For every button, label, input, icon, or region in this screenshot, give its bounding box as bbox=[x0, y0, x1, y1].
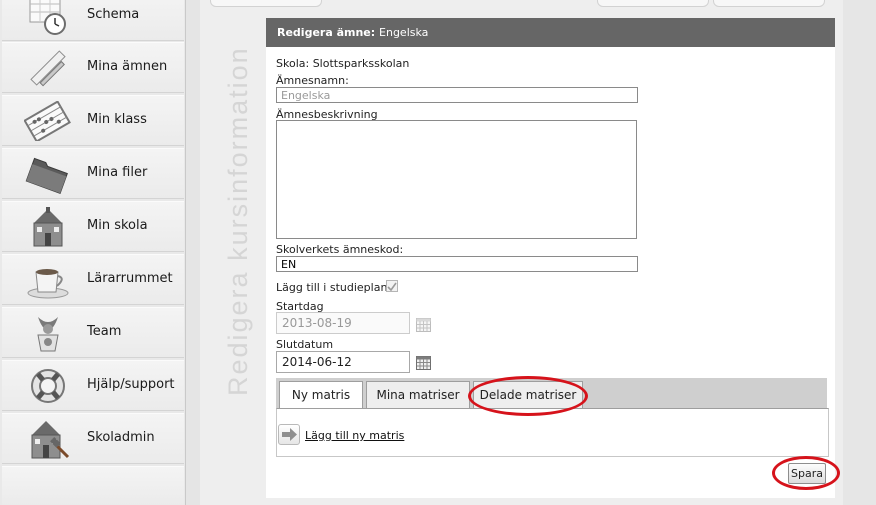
abacus-icon bbox=[23, 100, 72, 143]
lifebuoy-icon bbox=[24, 366, 72, 406]
end-date-input[interactable]: 2014-06-12 bbox=[276, 351, 410, 373]
subject-name-input[interactable] bbox=[276, 87, 638, 103]
sidebar-item-skoladmin[interactable]: Skoladmin bbox=[2, 413, 184, 464]
tab-mina-matriser[interactable]: Mina matriser bbox=[366, 381, 470, 408]
studyplan-label: Lägg till i studieplan: bbox=[276, 281, 392, 294]
sidebar-item-label: Mina ämnen bbox=[87, 59, 168, 74]
sidebar-item-label: Hjälp/support bbox=[87, 377, 175, 392]
top-tab-stub[interactable] bbox=[597, 0, 709, 7]
sidebar-item-label: Min klass bbox=[87, 112, 147, 127]
end-date-label: Slutdatum bbox=[276, 338, 334, 351]
sidebar-gap bbox=[186, 0, 200, 505]
sidebar-item-empty bbox=[2, 466, 184, 505]
subject-code-label: Skolverkets ämneskod: bbox=[276, 243, 404, 256]
coffee-cup-icon bbox=[24, 260, 72, 300]
sidebar-nav: Schema Mina ämnen Min klass Mina filer M… bbox=[0, 0, 186, 505]
calendar-clock-icon bbox=[24, 0, 72, 36]
tab-ny-matris[interactable]: Ny matris bbox=[279, 381, 363, 410]
ruler-pencil-icon bbox=[24, 48, 72, 88]
sidebar-item-label: Mina filer bbox=[87, 165, 148, 180]
panel-header: Redigera ämne: Engelska bbox=[266, 18, 835, 47]
top-tab-stub[interactable] bbox=[713, 0, 825, 7]
right-margin bbox=[843, 0, 876, 505]
school-admin-icon bbox=[24, 419, 72, 459]
sidebar-item-mina-amnen[interactable]: Mina ämnen bbox=[2, 42, 184, 93]
folder-icon bbox=[24, 154, 72, 194]
sidebar-item-min-klass[interactable]: Min klass bbox=[2, 95, 184, 146]
vertical-title-text: Redigera kursinformation bbox=[223, 46, 253, 396]
sidebar-item-hjalp-support[interactable]: Hjälp/support bbox=[2, 360, 184, 411]
check-icon bbox=[387, 282, 397, 292]
start-date-input[interactable]: 2013-08-19 bbox=[276, 312, 410, 334]
sidebar-item-lararrummet[interactable]: Lärarrummet bbox=[2, 254, 184, 305]
subject-name-label: Ämnesnamn: bbox=[276, 74, 349, 87]
highlight-ring-save bbox=[772, 456, 840, 490]
sidebar-item-label: Skoladmin bbox=[87, 430, 155, 445]
sidebar-item-schema[interactable]: Schema bbox=[2, 0, 184, 41]
sidebar-item-label: Lärarrummet bbox=[87, 271, 173, 286]
school-label: Skola: Slottsparksskolan bbox=[276, 57, 410, 70]
sidebar-item-min-skola[interactable]: Min skola bbox=[2, 201, 184, 252]
calendar-icon[interactable] bbox=[416, 356, 431, 370]
team-trophy-icon bbox=[24, 313, 72, 353]
add-matrix-link[interactable]: Lägg till ny matris bbox=[305, 429, 404, 442]
calendar-icon[interactable] bbox=[416, 318, 431, 332]
vertical-page-title: Redigera kursinformation bbox=[215, 38, 255, 398]
panel-header-subject: Engelska bbox=[379, 26, 429, 39]
highlight-ring-delade-matriser bbox=[468, 376, 588, 416]
sidebar-item-label: Min skola bbox=[87, 218, 148, 233]
sidebar-item-team[interactable]: Team bbox=[2, 307, 184, 358]
arrow-right-icon bbox=[282, 428, 297, 441]
top-tab-stub[interactable] bbox=[210, 0, 322, 7]
add-matrix-button[interactable] bbox=[278, 424, 300, 445]
panel-header-prefix: Redigera ämne: bbox=[277, 26, 376, 39]
description-textarea[interactable] bbox=[276, 120, 637, 239]
school-building-icon bbox=[24, 207, 72, 247]
sidebar-item-label: Schema bbox=[87, 7, 140, 22]
studyplan-checkbox[interactable] bbox=[386, 280, 398, 292]
sidebar-item-mina-filer[interactable]: Mina filer bbox=[2, 148, 184, 199]
sidebar-item-label: Team bbox=[87, 324, 122, 339]
subject-code-input[interactable] bbox=[276, 256, 638, 272]
